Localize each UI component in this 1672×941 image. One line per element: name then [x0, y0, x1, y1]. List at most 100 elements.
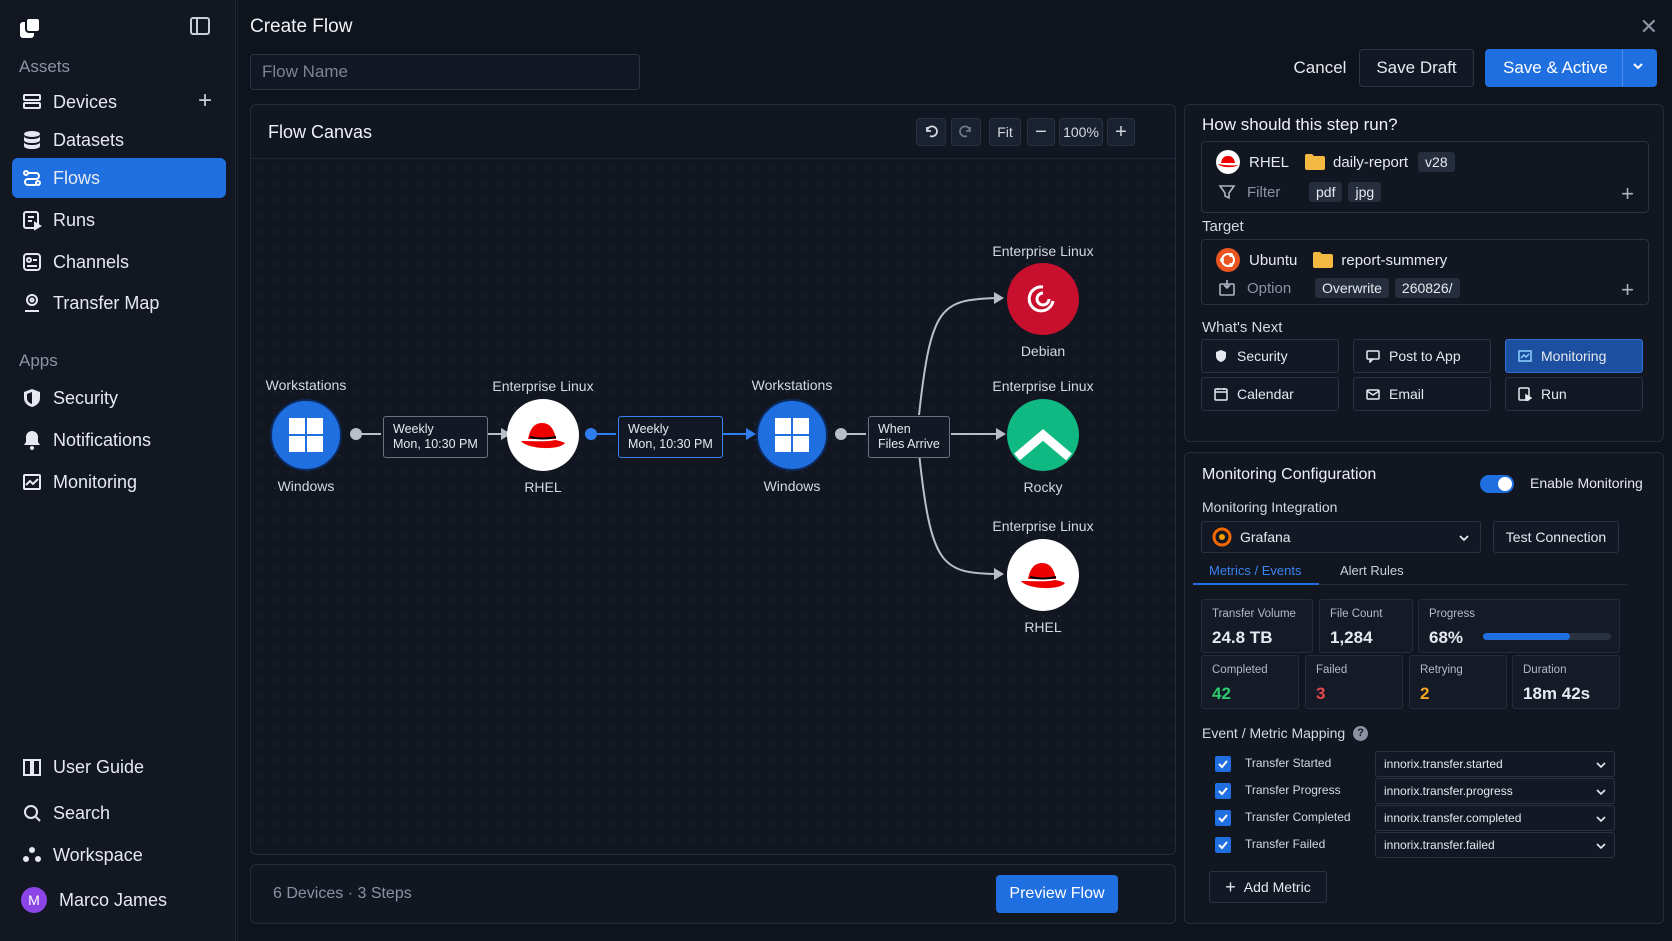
node-os-label: Debian [1020, 343, 1066, 359]
trigger-label[interactable]: When Files Arrive [868, 416, 950, 458]
tab-metrics-events[interactable]: Metrics / Events [1209, 563, 1301, 578]
metric-select[interactable]: innorix.transfer.progress [1375, 778, 1615, 804]
save-active-label: Save & Active [1503, 58, 1608, 77]
chevron-down-icon [1596, 762, 1606, 769]
option-row: Option Overwrite 260826/ [1218, 278, 1460, 298]
sidebar-item-devices[interactable]: Devices + [12, 82, 226, 122]
target-folder: report-summery [1341, 251, 1448, 269]
sidebar-item-security[interactable]: Security [12, 378, 226, 418]
sidebar-item-label: Flows [53, 167, 101, 188]
map-pin-icon [25, 294, 39, 312]
sidebar-toggle-icon[interactable] [190, 17, 210, 35]
save-draft-button[interactable]: Save Draft [1359, 49, 1474, 87]
sidebar-item-workspace[interactable]: Workspace [12, 835, 226, 875]
next-monitoring-button[interactable]: Monitoring [1505, 339, 1643, 373]
stat-file-count: File Count 1,284 [1319, 599, 1413, 653]
path-chip[interactable]: 260826/ [1394, 278, 1460, 298]
sidebar-item-search[interactable]: Search [12, 793, 226, 833]
flows-icon [23, 170, 41, 186]
sidebar-item-runs[interactable]: Runs [12, 200, 226, 240]
flow-canvas: Flow Canvas Fit − 100% + Weekly Mon, 10:… [250, 104, 1176, 855]
arrow-head [994, 568, 1004, 580]
enable-monitoring-toggle[interactable] [1480, 475, 1514, 493]
next-email-button[interactable]: Email [1353, 377, 1491, 411]
integration-value: Grafana [1240, 529, 1291, 545]
integration-select[interactable]: Grafana [1201, 521, 1481, 553]
edge-handle [350, 428, 362, 440]
sidebar-item-label: User Guide [53, 756, 145, 777]
help-icon[interactable]: ? [1353, 725, 1369, 741]
stat-value: 24.8 TB [1212, 628, 1273, 647]
target-os: Ubuntu [1249, 251, 1298, 269]
check-icon [1218, 814, 1228, 823]
tab-alert-rules[interactable]: Alert Rules [1340, 563, 1404, 578]
node-windows-2[interactable] [756, 399, 828, 471]
node-windows-1[interactable] [270, 399, 342, 471]
user-profile[interactable]: M Marco James [12, 880, 226, 920]
sidebar-item-transfer-map[interactable]: Transfer Map [12, 283, 226, 323]
app-logo-icon[interactable] [18, 16, 42, 40]
page-title: Create Flow [250, 16, 353, 37]
metric-select[interactable]: innorix.transfer.started [1375, 751, 1615, 777]
schedule-label-1[interactable]: Weekly Mon, 10:30 PM [383, 416, 488, 458]
add-filter-icon[interactable]: + [1621, 183, 1634, 205]
node-rocky[interactable] [1007, 399, 1079, 471]
option-value-chip[interactable]: Overwrite [1315, 278, 1389, 298]
node-category: Enterprise Linux [992, 378, 1094, 394]
next-post-to-app-button[interactable]: Post to App [1353, 339, 1491, 373]
preview-flow-button[interactable]: Preview Flow [996, 875, 1118, 913]
stat-value: 42 [1212, 684, 1231, 703]
source-box[interactable]: RHEL daily-report v28 Filter pdf jpg + [1201, 141, 1649, 213]
checkbox-checked[interactable] [1215, 783, 1231, 799]
stat-progress: Progress 68% [1418, 599, 1620, 653]
node-category: Enterprise Linux [992, 518, 1094, 534]
node-os-label: Windows [763, 478, 821, 494]
sidebar-item-flows[interactable]: Flows [12, 158, 226, 198]
filter-chip[interactable]: pdf [1309, 182, 1343, 202]
sidebar-item-monitoring[interactable]: Monitoring [12, 462, 226, 502]
mapping-row: Transfer Completed innorix.transfer.comp… [1209, 805, 1629, 831]
close-icon[interactable]: ✕ [1640, 14, 1658, 40]
sidebar-item-user-guide[interactable]: User Guide [12, 747, 226, 787]
canvas-footer: 6 Devices · 3 Steps Preview Flow [250, 864, 1176, 924]
sidebar-item-notifications[interactable]: Notifications [12, 420, 226, 460]
mapping-row: Transfer Progress innorix.transfer.progr… [1209, 778, 1629, 804]
node-rhel-1[interactable] [507, 399, 579, 471]
search-icon [24, 805, 41, 822]
cancel-button[interactable]: Cancel [1278, 49, 1362, 87]
add-device-icon[interactable]: + [198, 89, 212, 113]
stat-label: Failed [1316, 664, 1348, 676]
redhat-icon [521, 423, 565, 449]
chevron-down-icon[interactable] [1631, 59, 1645, 73]
node-debian[interactable] [1007, 263, 1079, 335]
filter-icon [1218, 185, 1236, 200]
target-box[interactable]: Ubuntu report-summery Option Overwrite 2… [1201, 239, 1649, 305]
monitoring-tabs: Metrics / Events Alert Rules [1193, 559, 1627, 585]
next-security-button[interactable]: Security [1201, 339, 1339, 373]
message-icon [1366, 350, 1380, 363]
sidebar-item-channels[interactable]: Channels [12, 242, 226, 282]
next-calendar-button[interactable]: Calendar [1201, 377, 1339, 411]
checkbox-checked[interactable] [1215, 810, 1231, 826]
event-label: Transfer Started [1245, 756, 1332, 770]
checkbox-checked[interactable] [1215, 837, 1231, 853]
node-rhel-2[interactable] [1007, 539, 1079, 611]
flow-name-input[interactable] [250, 54, 640, 90]
metric-select[interactable]: innorix.transfer.failed [1375, 832, 1615, 858]
database-icon [24, 131, 40, 149]
add-metric-button[interactable]: + Add Metric [1209, 871, 1327, 903]
windows-icon [775, 418, 809, 452]
schedule-label-2[interactable]: Weekly Mon, 10:30 PM [618, 416, 723, 458]
save-active-button[interactable]: Save & Active [1485, 49, 1657, 87]
metric-select[interactable]: innorix.transfer.completed [1375, 805, 1615, 831]
test-connection-button[interactable]: Test Connection [1493, 521, 1619, 553]
progress-track [1483, 633, 1611, 640]
sidebar-item-datasets[interactable]: Datasets [12, 120, 226, 160]
filter-chip[interactable]: jpg [1348, 182, 1382, 202]
checkbox-checked[interactable] [1215, 756, 1231, 772]
add-option-icon[interactable]: + [1621, 279, 1634, 301]
next-run-button[interactable]: Run [1505, 377, 1643, 411]
devices-icon [23, 94, 41, 109]
version-chip: v28 [1418, 152, 1455, 172]
channels-icon [23, 253, 41, 271]
